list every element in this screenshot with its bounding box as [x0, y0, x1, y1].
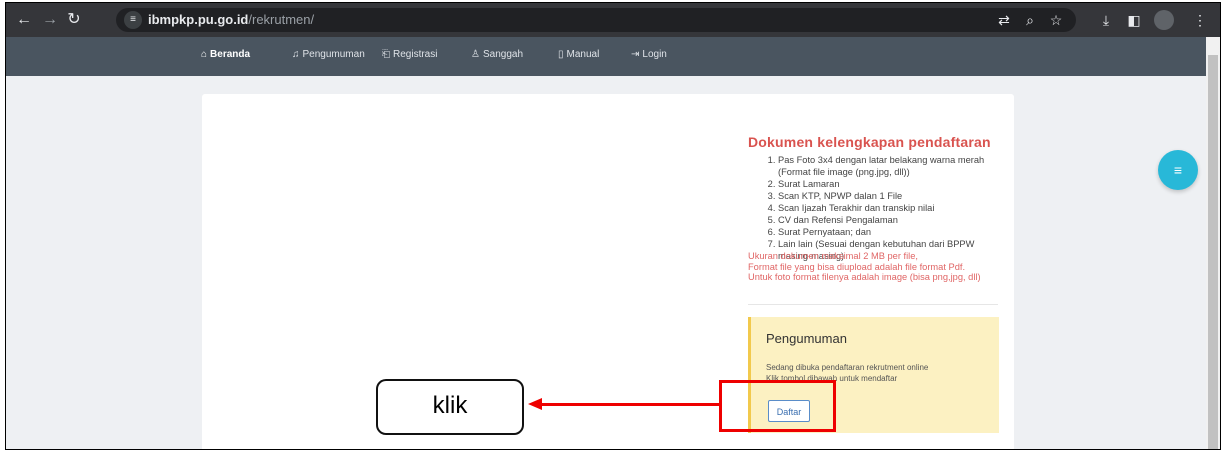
- url-text[interactable]: ibmpkp.pu.go.id/rekrutmen/: [148, 12, 314, 27]
- hamburger-icon: ≡: [1173, 162, 1183, 178]
- nav-label: Sanggah: [482, 49, 524, 60]
- list-item: Scan KTP, NPWP dalan 1 File: [778, 190, 1008, 202]
- arrow-head-icon: [528, 398, 542, 410]
- file-notes: Ukuran dokumen maksimal 2 MB per file, F…: [748, 251, 998, 283]
- nav-pengumuman[interactable]: ♫ Pengumuman: [292, 49, 365, 60]
- klik-callout: klik: [376, 379, 524, 435]
- nav-registrasi[interactable]: ⎗ Registrasi: [382, 49, 437, 60]
- reload-icon[interactable]: ↻: [64, 10, 84, 30]
- sidepanel-icon[interactable]: ◧: [1124, 10, 1144, 30]
- screenshot-frame: ← → ↻ ≡ ibmpkp.pu.go.id/rekrutmen/ ⇄ ⌕ ☆…: [5, 2, 1221, 450]
- bookmark-star-icon[interactable]: ☆: [1046, 10, 1066, 30]
- download-icon[interactable]: ⤓: [1096, 10, 1116, 30]
- nav-label: Beranda: [210, 49, 251, 60]
- nav-sanggah[interactable]: ♙ Sanggah: [471, 49, 523, 60]
- highlight-rectangle: [719, 380, 836, 432]
- forward-icon[interactable]: →: [40, 10, 60, 30]
- announcement-title: Pengumuman: [766, 331, 847, 346]
- form-icon: ⎗: [382, 49, 390, 60]
- site-nav: ⌂ Beranda ♫ Pengumuman ⎗ Registrasi ♙ Sangga…: [6, 37, 1220, 76]
- arrow-line: [540, 403, 720, 406]
- list-item: CV dan Refensi Pengalaman: [778, 214, 1008, 226]
- list-item: Scan Ijazah Terakhir dan transkip nilai: [778, 202, 1008, 214]
- browser-toolbar: ← → ↻ ≡ ibmpkp.pu.go.id/rekrutmen/ ⇄ ⌕ ☆…: [6, 3, 1220, 37]
- nav-login[interactable]: ⇥ Login: [631, 49, 667, 60]
- nav-label: Pengumuman: [302, 49, 365, 60]
- nav-label: Registrasi: [393, 49, 438, 60]
- home-icon: ⌂: [201, 49, 208, 60]
- main-card: Dokumen kelengkapan pendaftaran Pas Foto…: [202, 94, 1014, 449]
- user-icon: ♙: [471, 49, 480, 60]
- scroll-thumb[interactable]: [1208, 55, 1218, 449]
- nav-manual[interactable]: ▯ Manual: [558, 49, 599, 60]
- zoom-icon[interactable]: ⌕: [1020, 10, 1040, 30]
- list-item: Surat Lamaran: [778, 178, 1008, 190]
- address-bar[interactable]: ≡ ibmpkp.pu.go.id/rekrutmen/ ⇄ ⌕ ☆: [116, 8, 1076, 32]
- menu-icon[interactable]: ⋮: [1190, 10, 1210, 30]
- divider: [748, 304, 998, 305]
- nav-label: Login: [642, 49, 667, 60]
- note-line: Ukuran dokumen maksimal 2 MB per file,: [748, 251, 918, 261]
- nav-label: Manual: [566, 49, 600, 60]
- docs-title: Dokumen kelengkapan pendaftaran: [748, 134, 991, 150]
- announcement-line: Sedang dibuka pendaftaran rekrutment onl…: [766, 363, 929, 372]
- floating-menu-button[interactable]: ≡: [1158, 150, 1198, 190]
- profile-icon[interactable]: [1154, 10, 1174, 30]
- note-line: Untuk foto format filenya adalah image (…: [748, 272, 981, 282]
- list-item: Pas Foto 3x4 dengan latar belakang warna…: [778, 154, 1008, 178]
- site-settings-icon[interactable]: ≡: [124, 11, 142, 29]
- url-domain: ibmpkp.pu.go.id: [148, 12, 249, 27]
- url-path: /rekrutmen/: [248, 12, 315, 27]
- bell-icon: ♫: [292, 49, 300, 60]
- nav-beranda[interactable]: ⌂ Beranda: [201, 49, 250, 60]
- translate-icon[interactable]: ⇄: [994, 10, 1014, 30]
- file-icon: ▯: [558, 49, 564, 60]
- back-icon[interactable]: ←: [14, 10, 34, 30]
- note-line: Format file yang bisa diupload adalah fi…: [748, 261, 966, 272]
- list-item: Surat Pernyataan; dan: [778, 226, 1008, 238]
- login-icon: ⇥: [631, 49, 640, 60]
- requirements-list: Pas Foto 3x4 dengan latar belakang warna…: [764, 154, 1008, 262]
